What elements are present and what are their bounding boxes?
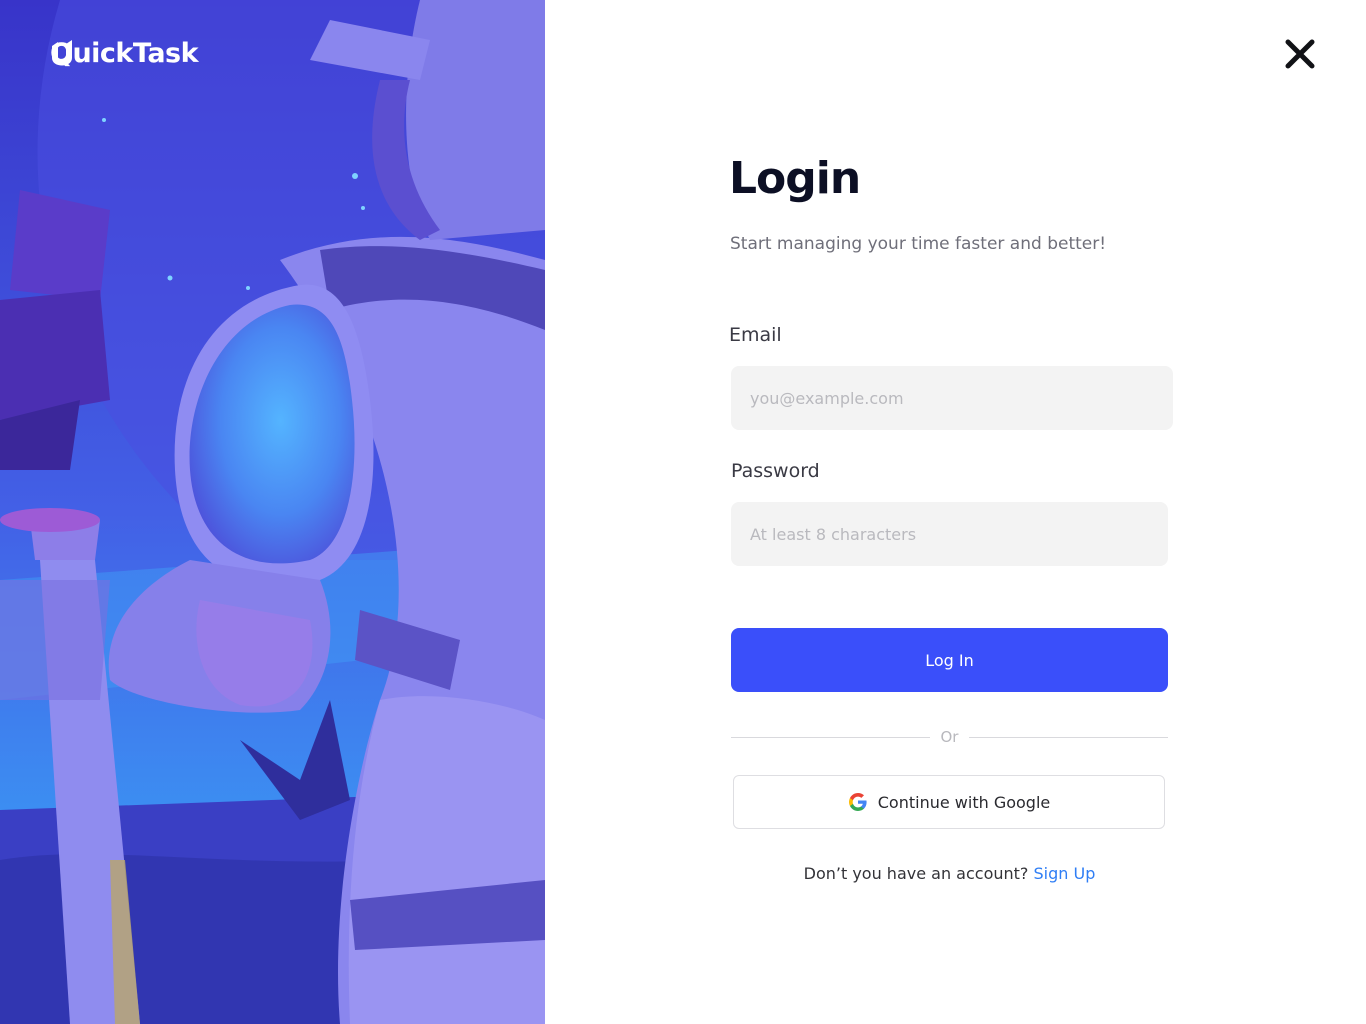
password-field[interactable]	[731, 502, 1168, 566]
page-subtitle: Start managing your time faster and bett…	[730, 234, 1107, 254]
continue-with-google-button[interactable]: Continue with Google	[733, 775, 1165, 829]
brand-logo[interactable]: QuickTask	[50, 38, 199, 69]
google-icon	[848, 793, 867, 811]
quicktask-logo-icon	[52, 40, 72, 66]
login-form: Login Start managing your time faster an…	[729, 150, 1174, 883]
email-field[interactable]	[731, 366, 1173, 430]
google-button-label: Continue with Google	[877, 792, 1051, 812]
astronaut-illustration	[0, 0, 545, 1024]
email-label: Email	[729, 324, 782, 346]
or-divider: Or	[731, 726, 1168, 748]
log-in-button[interactable]: Log In	[731, 628, 1168, 692]
hero-illustration: QuickTask	[0, 0, 545, 1024]
signup-prompt: Don’t you have an account?	[803, 864, 1029, 883]
password-label: Password	[731, 460, 820, 482]
close-icon	[1285, 39, 1315, 69]
page-title: Login	[729, 153, 861, 204]
signup-prompt-line: Don’t you have an account? Sign Up	[729, 864, 1170, 883]
divider-line-right	[969, 737, 1168, 738]
close-button[interactable]	[1282, 36, 1318, 72]
sign-up-link[interactable]: Sign Up	[1034, 864, 1096, 883]
